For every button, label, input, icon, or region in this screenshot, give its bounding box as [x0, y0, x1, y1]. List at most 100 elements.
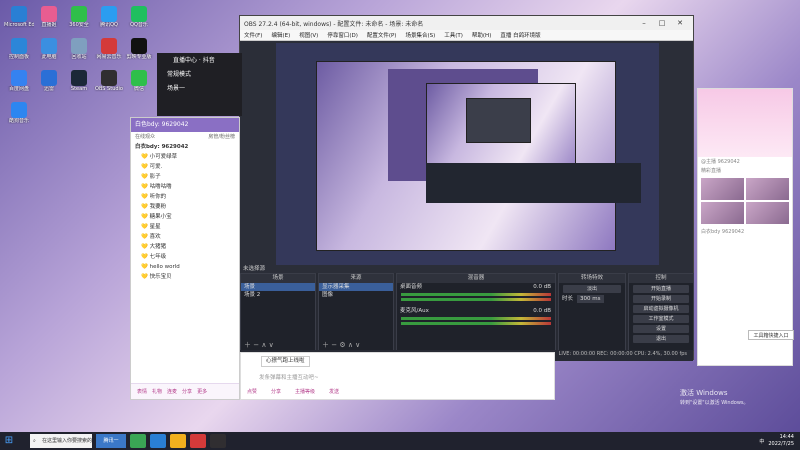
control-button[interactable]: 开始录制: [633, 295, 689, 303]
source-item[interactable]: 图像: [319, 291, 393, 299]
language-indicator[interactable]: 中: [759, 438, 764, 445]
thumbnail[interactable]: [746, 202, 789, 224]
chat-user-row[interactable]: 💛 七年级: [131, 252, 239, 262]
control-button[interactable]: 启动虚拟摄像机: [633, 305, 689, 313]
thumbnail[interactable]: [701, 178, 744, 200]
chat-user-row[interactable]: 💛 喜欢: [131, 232, 239, 242]
menu-item[interactable]: 直播 白鸽环境版: [500, 31, 540, 39]
menu-item[interactable]: 文件(F): [244, 31, 262, 39]
taskbar-app-icon[interactable]: [190, 434, 206, 448]
taskbar-app-icon[interactable]: [130, 434, 146, 448]
minimize-icon[interactable]: –: [635, 19, 653, 27]
taskbar-app-icon[interactable]: [150, 434, 166, 448]
taskbar-active-app[interactable]: 腾讯一: [96, 434, 126, 448]
thumbnail[interactable]: [701, 202, 744, 224]
chat-user-row[interactable]: 💛 快乐宝贝: [131, 272, 239, 282]
desktop-shortcut[interactable]: Steam: [64, 70, 94, 100]
chat-sub-left[interactable]: 在线观众: [135, 132, 155, 142]
obs-window[interactable]: OBS 27.2.4 (64-bit, windows) - 配置文件: 未命名…: [239, 15, 694, 361]
desktop-shortcut[interactable]: 微信: [124, 70, 154, 100]
chat-user-row[interactable]: 💛 可爱.: [131, 162, 239, 172]
chat-user-row[interactable]: 白衣bdy: 9629042: [131, 142, 239, 152]
maximize-icon[interactable]: □: [653, 19, 671, 27]
taskbar-search[interactable]: ⌕ 在这里输入你要搜索的内容: [30, 434, 92, 448]
desktop-shortcut[interactable]: 腾讯QQ: [94, 6, 124, 36]
desktop-shortcut[interactable]: 酷狗音乐: [4, 102, 34, 132]
sources-dock-footer[interactable]: ＋ − ⚙ ∧ ∨: [319, 340, 393, 350]
chat-user-row[interactable]: 💛 影子: [131, 172, 239, 182]
chat-user-row[interactable]: 💛 星星: [131, 222, 239, 232]
obs-docks: 未选择源 场景 场景 场景 2 ＋ − ∧ ∨ 来源 显示器采集 图像 ＋ − …: [240, 266, 694, 361]
control-button[interactable]: 开始直播: [633, 285, 689, 293]
toolbox-toast[interactable]: 工具箱快捷入口: [748, 330, 794, 340]
menu-item[interactable]: 编辑(E): [271, 31, 290, 39]
obs-title: OBS 27.2.4 (64-bit, windows) - 配置文件: 未命名…: [244, 20, 424, 28]
stream-menu-item[interactable]: 常规模式: [157, 68, 242, 82]
thumbnail[interactable]: [746, 178, 789, 200]
source-item[interactable]: 显示器采集: [319, 283, 393, 291]
control-button[interactable]: 退出: [633, 335, 689, 343]
transition-type-select[interactable]: 淡出: [563, 285, 621, 293]
app-icon: [71, 6, 87, 22]
chat-tool-button[interactable]: 分享: [182, 388, 192, 395]
message-input[interactable]: 发条弹幕和主播互动吧~: [259, 373, 489, 383]
menu-item[interactable]: 视图(V): [299, 31, 318, 39]
sources-dock-title: 来源: [319, 274, 393, 283]
chat-user-row[interactable]: 💛 小可爱绿草: [131, 152, 239, 162]
chat-window[interactable]: 白色bdy: 9629042 在线观众 房管/粉丝榜 白衣bdy: 962904…: [130, 117, 240, 400]
close-icon[interactable]: ✕: [671, 19, 689, 27]
desktop-shortcut[interactable]: OBS Studio: [94, 70, 124, 100]
chat-user-row[interactable]: 💛 糖果小宝: [131, 212, 239, 222]
stream-menu-item[interactable]: 场景一: [157, 82, 242, 96]
chat-tool-button[interactable]: 连麦: [167, 388, 177, 395]
taskbar-app-icon[interactable]: [170, 434, 186, 448]
desktop-shortcut[interactable]: 控制面板: [4, 38, 34, 68]
taskbar-app-icon[interactable]: [210, 434, 226, 448]
clock[interactable]: 14:44 2022/7/25: [768, 434, 794, 448]
desktop-shortcut[interactable]: 直播姬: [34, 6, 64, 36]
chat-user-row[interactable]: 💛 听你的: [131, 192, 239, 202]
chat-tool-button[interactable]: 更多: [197, 388, 207, 395]
mixer-channel-label: 麦克风/Aux: [400, 308, 429, 314]
chat-user-row[interactable]: 💛 我要粉: [131, 202, 239, 212]
desktop-shortcut[interactable]: Microsoft Edge: [4, 6, 34, 36]
menu-item[interactable]: 配置文件(P): [367, 31, 397, 39]
desktop-shortcut[interactable]: 此电脑: [34, 38, 64, 68]
message-tool-button[interactable]: 发送: [329, 388, 339, 395]
menu-item[interactable]: 帮助(H): [472, 31, 491, 39]
desktop-shortcut[interactable]: QQ音乐: [124, 6, 154, 36]
message-tool-button[interactable]: 点赞: [247, 388, 257, 395]
scene-item[interactable]: 场景 2: [241, 291, 315, 299]
desktop-shortcut[interactable]: 迅雷: [34, 70, 64, 100]
desktop-shortcut[interactable]: 百度网盘: [4, 70, 34, 100]
tip-chip[interactable]: 心撩气跑上线啦: [261, 356, 310, 367]
chat-tool-button[interactable]: 礼物: [152, 388, 162, 395]
desktop-shortcut[interactable]: 回收站: [64, 38, 94, 68]
scene-item[interactable]: 场景: [241, 283, 315, 291]
chat-tool-button[interactable]: 表情: [137, 388, 147, 395]
duration-input[interactable]: 300 ms: [577, 295, 604, 303]
message-tool-button[interactable]: 主播等级: [295, 388, 315, 395]
desktop-shortcut[interactable]: 网易云音乐: [94, 38, 124, 68]
windows-start-icon[interactable]: ⊞: [0, 432, 18, 450]
browser-page[interactable]: @主播 9629042 精彩直播 白衣bdy 9629042: [697, 88, 793, 366]
obs-titlebar[interactable]: OBS 27.2.4 (64-bit, windows) - 配置文件: 未命名…: [240, 16, 693, 30]
desktop-shortcut[interactable]: 剪映专业版: [124, 38, 154, 68]
desktop-shortcut-label: 此电脑: [41, 54, 57, 60]
control-button[interactable]: 设置: [633, 325, 689, 333]
chat-sub-right[interactable]: 房管/粉丝榜: [208, 132, 235, 142]
menu-item[interactable]: 工具(T): [444, 31, 463, 39]
message-tool-button[interactable]: 分享: [271, 388, 281, 395]
chat-user-row[interactable]: 💛 咕噜咕噜: [131, 182, 239, 192]
page-text: 白衣bdy 9629042: [701, 229, 745, 235]
chat-user-row[interactable]: 💛 hello world: [131, 262, 239, 272]
scenes-dock-footer[interactable]: ＋ − ∧ ∨: [241, 340, 315, 350]
menu-item[interactable]: 停靠窗口(D): [327, 31, 358, 39]
desktop-shortcut[interactable]: 360安全: [64, 6, 94, 36]
obs-preview[interactable]: [276, 43, 659, 265]
app-icon: [101, 6, 117, 22]
stream-menu[interactable]: 直播中心 · 抖音 常规模式 场景一: [157, 53, 242, 116]
chat-user-row[interactable]: 💛 大猪猪: [131, 242, 239, 252]
control-button[interactable]: 工作室模式: [633, 315, 689, 323]
menu-item[interactable]: 场景集合(S): [405, 31, 435, 39]
